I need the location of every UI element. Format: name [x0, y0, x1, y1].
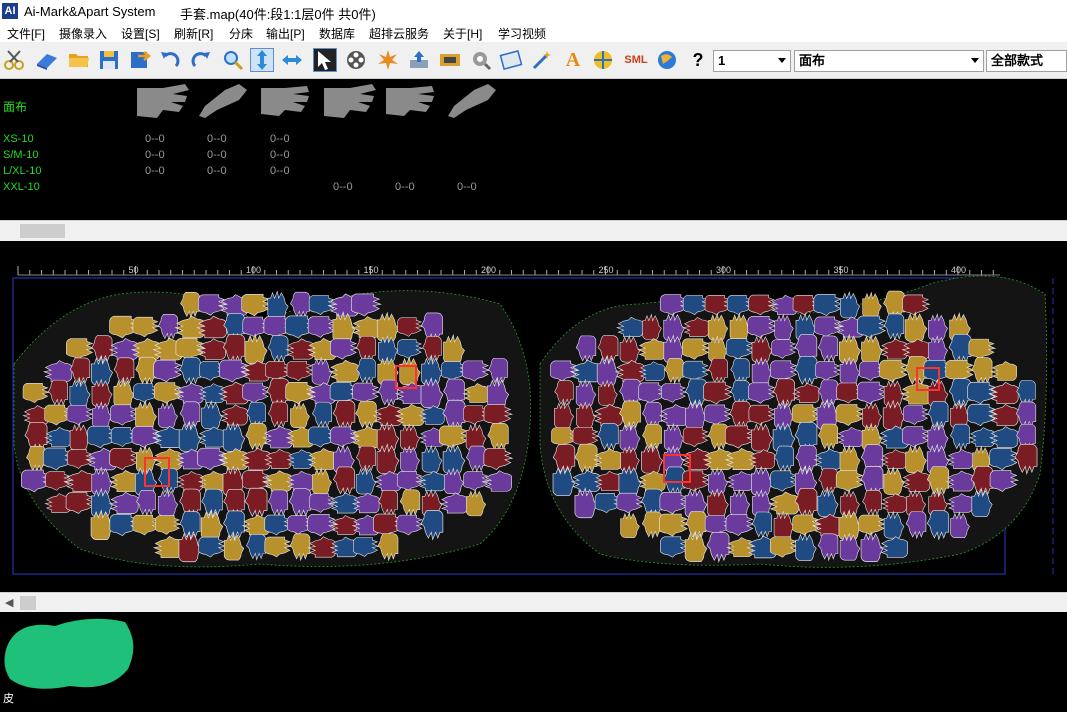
menu-bar: 文件[F] 摄像录入 设置[S] 刷新[R] 分床 输出[P] 数据库 超排云服… [0, 22, 1067, 42]
style-select-value: 全部款式 [991, 53, 1044, 68]
piece-count: 0--0 [395, 181, 415, 193]
vertical-flip-icon[interactable] [250, 48, 274, 72]
size-label-sm: S/M-10 [3, 149, 39, 161]
hide-preview[interactable] [0, 614, 140, 694]
menu-camera-input[interactable]: 摄像录入 [59, 25, 107, 42]
menu-output[interactable]: 输出[P] [266, 25, 305, 42]
undo-icon[interactable] [158, 48, 182, 72]
piece-count: 0--0 [270, 133, 290, 145]
thumb-piece-thumbnail[interactable] [195, 80, 255, 122]
horizontal-flip-icon[interactable] [280, 48, 304, 72]
style-select[interactable]: 全部款式 [986, 50, 1067, 72]
marker-horizontal-scrollbar[interactable]: ◀ [0, 592, 1067, 613]
redo-icon[interactable] [189, 48, 213, 72]
ruler-label: 350 [834, 265, 849, 275]
layer-select[interactable]: 1 [713, 50, 791, 72]
glove-piece-thumbnail[interactable] [320, 80, 380, 122]
pointer-icon[interactable] [313, 48, 337, 72]
piece-count: 0--0 [207, 133, 227, 145]
piece-count: 0--0 [270, 149, 290, 161]
parts-horizontal-scrollbar[interactable] [0, 220, 1067, 241]
layer-select-value: 1 [718, 53, 726, 68]
scroll-left-icon[interactable]: ◀ [5, 596, 13, 609]
reel-icon[interactable] [344, 48, 368, 72]
thumb-piece-thumbnail[interactable] [444, 80, 504, 122]
parts-panel: 面布 XS-10 S/M-10 L/XL-10 XXL-10 0--0 0--0… [0, 80, 1067, 220]
glove-piece-thumbnail[interactable] [382, 80, 442, 122]
scissors-icon[interactable] [2, 48, 26, 72]
wand-icon[interactable] [530, 48, 554, 72]
upload-icon[interactable] [407, 48, 431, 72]
film-icon[interactable] [438, 48, 462, 72]
title-bar: AI Ai-Mark&Apart System 手套.map(40件:段1:1层… [0, 0, 1067, 22]
menu-database[interactable]: 数据库 [319, 25, 355, 42]
bottom-panel: 皮 [0, 612, 1067, 712]
tag-icon[interactable] [469, 48, 493, 72]
chevron-down-icon [971, 58, 979, 63]
ruler-label: 200 [481, 265, 496, 275]
ruler-label: 300 [716, 265, 731, 275]
piece-count: 0--0 [207, 149, 227, 161]
menu-split-bed[interactable]: 分床 [229, 25, 253, 42]
ruler-label: 400 [951, 265, 966, 275]
app-logo-icon: AI [2, 3, 18, 19]
menu-tutorial-videos[interactable]: 学习视频 [498, 25, 546, 42]
folder-open-icon[interactable] [67, 48, 91, 72]
skin-label: 皮 [3, 693, 14, 705]
import-icon[interactable] [128, 48, 152, 72]
piece-count: 0--0 [457, 181, 477, 193]
glove-piece[interactable] [267, 290, 289, 319]
piece-count: 0--0 [333, 181, 353, 193]
size-label-xs: XS-10 [3, 133, 34, 145]
marker-canvas[interactable]: 50 100 150 200 250 300 350 400 [0, 244, 1067, 592]
ruler-label: 150 [364, 265, 379, 275]
piece-count: 0--0 [145, 165, 165, 177]
ruler-label: 100 [246, 265, 261, 275]
scrollbar-thumb[interactable] [20, 596, 36, 610]
sml-icon[interactable]: SML [622, 48, 650, 72]
menu-about[interactable]: 关于[H] [443, 25, 482, 42]
piece-count: 0--0 [145, 133, 165, 145]
globe-icon[interactable] [655, 48, 679, 72]
piece-count: 0--0 [145, 149, 165, 161]
piece-count: 0--0 [207, 165, 227, 177]
glove-piece[interactable] [840, 291, 861, 319]
size-label-xxl: XXL-10 [3, 181, 40, 193]
menu-file[interactable]: 文件[F] [7, 25, 45, 42]
fabric-icon[interactable] [35, 48, 59, 72]
glove-piece[interactable] [241, 293, 272, 317]
app-title: Ai-Mark&Apart System [24, 4, 156, 19]
glove-piece-thumbnail[interactable] [133, 80, 193, 122]
chevron-down-icon [778, 58, 786, 63]
zoom-icon[interactable] [221, 48, 245, 72]
toolbar: A SML ? 1 面布 全部款式 [0, 42, 1067, 79]
ruler-label: 250 [599, 265, 614, 275]
save-icon[interactable] [97, 48, 121, 72]
piece-count: 0--0 [270, 165, 290, 177]
ruler-label: 50 [129, 265, 139, 275]
menu-cloud-service[interactable]: 超排云服务 [369, 25, 429, 42]
size-label-lxl: L/XL-10 [3, 165, 42, 177]
glove-piece[interactable] [862, 291, 882, 318]
fabric-select-value: 面布 [799, 53, 826, 68]
document-title: 手套.map(40件:段1:1层0件 共0件) [180, 7, 376, 22]
ball-icon[interactable] [591, 48, 615, 72]
fabric-select[interactable]: 面布 [794, 50, 984, 72]
help-icon[interactable]: ? [686, 48, 710, 72]
burst-icon[interactable] [376, 48, 400, 72]
card-icon[interactable] [499, 48, 523, 72]
menu-refresh[interactable]: 刷新[R] [174, 25, 213, 42]
marker-svg: 50 100 150 200 250 300 350 400 [12, 265, 1054, 575]
scrollbar-thumb[interactable] [20, 224, 65, 238]
fabric-label: 面布 [3, 100, 28, 114]
text-a-icon[interactable]: A [561, 48, 585, 72]
glove-piece-thumbnail[interactable] [257, 80, 317, 122]
menu-settings[interactable]: 设置[S] [121, 25, 160, 42]
ruler: 50 100 150 200 250 300 350 400 [17, 265, 1000, 276]
